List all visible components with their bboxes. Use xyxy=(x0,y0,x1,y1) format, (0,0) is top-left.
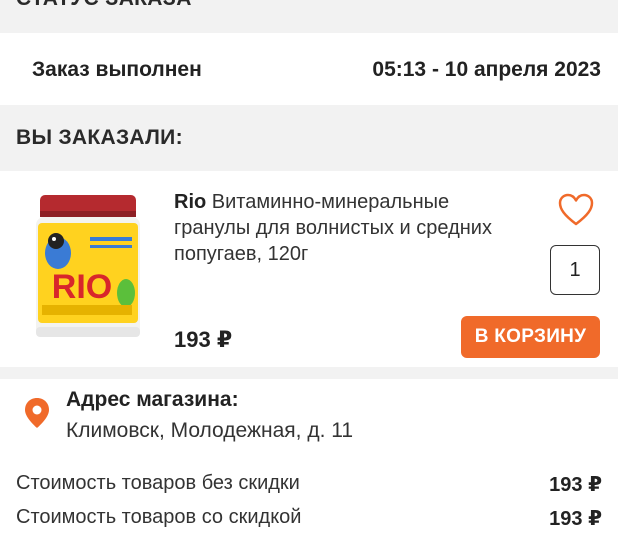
quantity-field[interactable]: 1 xyxy=(550,245,600,295)
heart-outline-icon[interactable] xyxy=(558,193,594,227)
product-title[interactable]: Rio Витаминно-минеральные гранулы для во… xyxy=(174,189,514,267)
store-address-value: Климовск, Молодежная, д. 11 xyxy=(66,419,354,442)
add-to-cart-button[interactable]: В КОРЗИНУ xyxy=(461,316,600,358)
product-price: 193 ₽ xyxy=(174,327,233,352)
status-section-header: СТАТУС ЗАКАЗА xyxy=(0,0,618,33)
product-brand: Rio xyxy=(174,191,207,213)
ordered-section-title: ВЫ ЗАКАЗАЛИ: xyxy=(16,126,183,149)
order-status-text: Заказ выполнен xyxy=(32,58,202,81)
cost-value: 193 ₽ xyxy=(549,508,602,530)
product-card: RIO Rio Витаминно-минеральные гранулы дл… xyxy=(0,171,618,367)
ordered-section-header: ВЫ ЗАКАЗАЛИ: xyxy=(0,105,618,171)
cost-label: Стоимость товаров без скидки xyxy=(16,472,300,494)
cost-label: Стоимость товаров со скидкой xyxy=(16,506,302,528)
section-divider xyxy=(0,367,618,379)
cost-value: 193 ₽ xyxy=(549,474,602,496)
store-address-label: Адрес магазина: xyxy=(66,388,239,411)
product-image[interactable]: RIO xyxy=(30,193,146,345)
order-status-datetime: 05:13 - 10 апреля 2023 xyxy=(372,58,601,81)
product-image-brand: RIO xyxy=(52,268,112,306)
cost-row-with-discount: Стоимость товаров со скидкой 193 ₽ xyxy=(16,506,602,532)
product-name: Витаминно-минеральные гранулы для волнис… xyxy=(174,191,492,265)
order-status-row: Заказ выполнен 05:13 - 10 апреля 2023 xyxy=(0,33,618,105)
status-section-title: СТАТУС ЗАКАЗА xyxy=(16,0,192,11)
cost-row-without-discount: Стоимость товаров без скидки 193 ₽ xyxy=(16,472,602,498)
location-pin-icon xyxy=(25,398,49,428)
